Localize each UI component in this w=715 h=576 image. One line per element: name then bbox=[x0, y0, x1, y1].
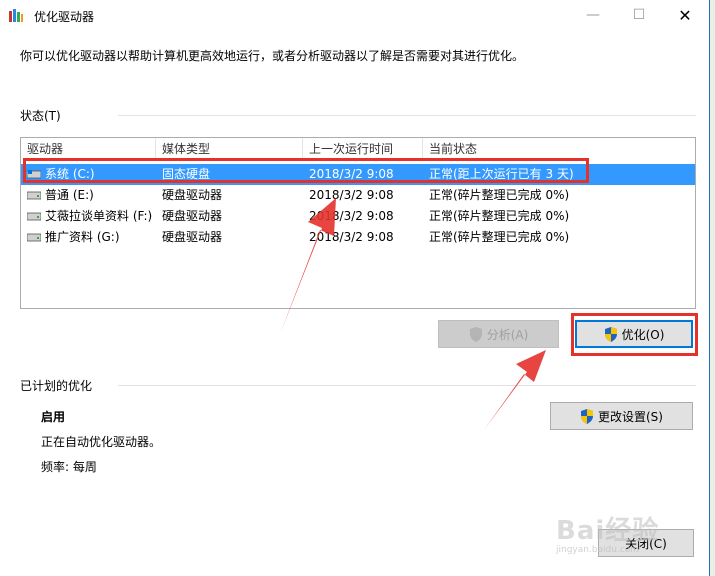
title-bar[interactable]: 优化驱动器 — ☐ ✕ bbox=[0, 0, 709, 31]
close-window-button[interactable]: ✕ bbox=[662, 0, 708, 31]
current-status: 正常(碎片整理已完成 0%) bbox=[429, 209, 570, 223]
current-status: 正常(碎片整理已完成 0%) bbox=[429, 230, 570, 244]
analyze-button-label: 分析(A) bbox=[486, 327, 529, 342]
drive-name: 普通 (E:) bbox=[45, 188, 94, 202]
intro-text: 你可以优化驱动器以帮助计算机更高效地运行，或者分析驱动器以了解是否需要对其进行优… bbox=[20, 49, 525, 63]
drive-list-header: 驱动器 媒体类型 上一次运行时间 当前状态 bbox=[21, 138, 695, 160]
change-settings-button[interactable]: 更改设置(S) bbox=[550, 402, 693, 430]
drive-row-highlight-box bbox=[23, 158, 589, 183]
media-type: 硬盘驱动器 bbox=[162, 188, 223, 202]
drive-name: 推广资料 (G:) bbox=[45, 230, 120, 244]
column-header-current-status[interactable]: 当前状态 bbox=[423, 138, 695, 160]
column-header-media-type[interactable]: 媒体类型 bbox=[156, 138, 303, 160]
status-section-divider bbox=[118, 115, 696, 116]
media-type: 硬盘驱动器 bbox=[162, 230, 223, 244]
last-run-time: 2018/3/2 9:08 bbox=[309, 188, 394, 202]
current-status: 正常(碎片整理已完成 0%) bbox=[429, 188, 570, 202]
baidu-watermark-url: jingyan.baidu.com bbox=[556, 545, 640, 555]
schedule-description: 正在自动优化驱动器。 bbox=[41, 435, 162, 449]
column-header-drive[interactable]: 驱动器 bbox=[21, 138, 156, 160]
defrag-app-icon bbox=[9, 9, 23, 22]
minimize-button[interactable]: — bbox=[570, 0, 616, 31]
background-strip bbox=[710, 0, 715, 576]
drive-row-f[interactable]: 艾薇拉谈单资料 (F:) 硬盘驱动器 2018/3/2 9:08 正常(碎片整理… bbox=[21, 206, 695, 227]
last-run-time: 2018/3/2 9:08 bbox=[309, 209, 394, 223]
uac-shield-icon bbox=[469, 326, 482, 342]
column-header-last-run[interactable]: 上一次运行时间 bbox=[303, 138, 423, 160]
drive-row-e[interactable]: 普通 (E:) 硬盘驱动器 2018/3/2 9:08 正常(碎片整理已完成 0… bbox=[21, 185, 695, 206]
arrow-to-optimize-button bbox=[484, 350, 546, 430]
analyze-button[interactable]: 分析(A) bbox=[438, 320, 559, 348]
drive-row-g[interactable]: 推广资料 (G:) 硬盘驱动器 2018/3/2 9:08 正常(碎片整理已完成… bbox=[21, 227, 695, 248]
drive-name: 艾薇拉谈单资料 (F:) bbox=[45, 209, 153, 223]
maximize-button[interactable]: ☐ bbox=[616, 0, 662, 31]
uac-shield-icon bbox=[581, 408, 593, 424]
baidu-watermark: Bai经验 bbox=[556, 516, 660, 546]
schedule-section-title: 已计划的优化 bbox=[20, 379, 93, 393]
schedule-section-divider bbox=[118, 385, 696, 386]
status-section-title: 状态(T) bbox=[20, 109, 61, 123]
optimize-drives-window: 优化驱动器 — ☐ ✕ 你可以优化驱动器以帮助计算机更高效地运行，或者分析驱动器… bbox=[0, 0, 710, 576]
change-settings-button-label: 更改设置(S) bbox=[598, 409, 663, 424]
hard-drive-icon bbox=[27, 191, 41, 200]
schedule-state: 启用 bbox=[41, 410, 66, 424]
optimize-button-highlight-box bbox=[571, 313, 698, 356]
hard-drive-icon bbox=[27, 233, 41, 242]
schedule-frequency: 频率: 每周 bbox=[41, 460, 97, 474]
media-type: 硬盘驱动器 bbox=[162, 209, 223, 223]
hard-drive-icon bbox=[27, 212, 41, 221]
last-run-time: 2018/3/2 9:08 bbox=[309, 230, 394, 244]
window-title: 优化驱动器 bbox=[34, 10, 95, 24]
